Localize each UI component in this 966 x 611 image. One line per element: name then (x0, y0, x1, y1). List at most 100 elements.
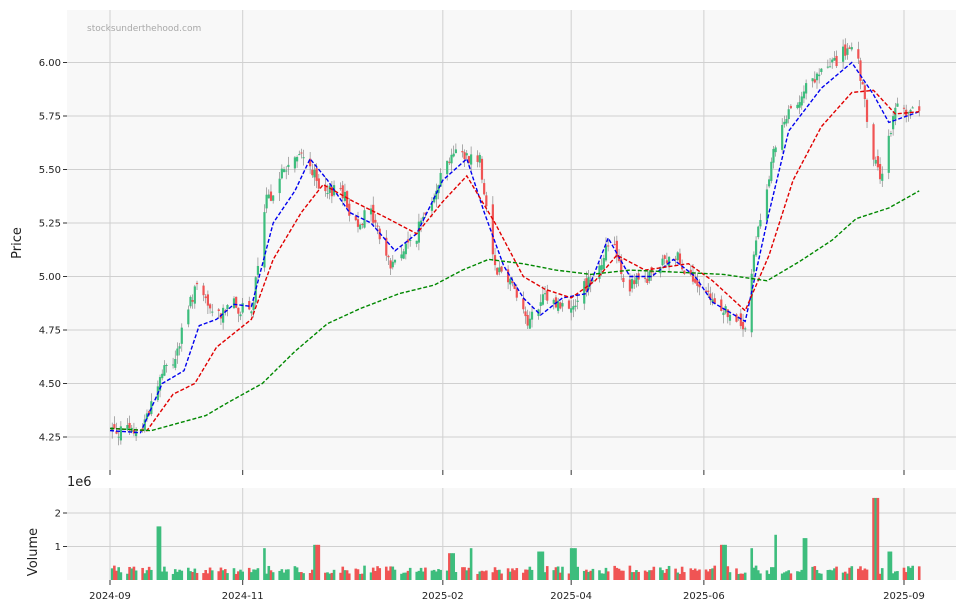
volume-bar (865, 569, 869, 580)
candle-body (448, 161, 451, 163)
candle-body (295, 156, 299, 162)
candle-body (798, 102, 801, 108)
price-y-tick-label: 5.50 (39, 165, 61, 176)
candle-body (896, 103, 899, 107)
candle-body (372, 204, 375, 223)
candle-body (272, 195, 275, 201)
candle-body (217, 309, 220, 311)
candle-body (828, 66, 832, 68)
candle-body (391, 261, 394, 268)
volume-bar (774, 534, 777, 580)
candle-body (374, 219, 377, 223)
candle-body (872, 124, 875, 160)
candle-body (720, 299, 723, 311)
candle-body (881, 173, 884, 181)
candle-body (193, 286, 196, 304)
candle-body (859, 60, 862, 81)
candle-body (293, 157, 297, 169)
candle-body (813, 79, 816, 83)
candle-body (208, 304, 212, 309)
candle-body (298, 154, 301, 156)
volume-bar (622, 570, 625, 580)
volume-bar (713, 565, 717, 580)
volume-bar (408, 567, 412, 580)
candle-body (313, 169, 316, 178)
price-y-tick-label: 5.00 (39, 272, 61, 283)
candle-body (878, 164, 882, 180)
candle-body (232, 298, 236, 309)
candle-body (204, 296, 207, 299)
candle-body (622, 277, 625, 283)
candle-body (911, 107, 914, 109)
volume-bar (820, 573, 823, 580)
candle-body (757, 226, 760, 238)
price-y-tick-label: 4.25 (39, 433, 61, 444)
candle-body (128, 422, 131, 428)
candle-body (805, 83, 808, 94)
volume-bar (896, 571, 899, 580)
candle-body (478, 154, 481, 163)
candle-body (889, 133, 893, 135)
candle-body (539, 302, 542, 306)
candle-body (496, 267, 499, 275)
candle-body (491, 204, 494, 255)
candle-body (165, 365, 168, 367)
candle-body (174, 359, 177, 368)
candle-body (861, 82, 864, 85)
candle-body (269, 191, 273, 201)
candle-body (530, 311, 534, 320)
candle-body (676, 252, 679, 261)
candle-body (850, 47, 853, 50)
candle-body (559, 302, 562, 309)
candle-body (918, 106, 921, 111)
candle-body (846, 48, 849, 55)
volume-bar (880, 568, 884, 580)
x-tick-label: 2025-06 (683, 591, 725, 602)
candle-body (876, 156, 879, 168)
price-y-tick-label: 4.50 (39, 379, 61, 390)
candle-body (887, 135, 890, 173)
volume-bar (363, 565, 366, 580)
volume-bar (789, 573, 793, 580)
volume-bar (317, 544, 321, 580)
candle-body (781, 125, 784, 150)
volume-bar (759, 573, 762, 580)
volume-bar (271, 572, 275, 580)
candle-body (602, 258, 605, 270)
candle-body (835, 55, 838, 67)
candle-body (661, 258, 664, 266)
candle-body (354, 216, 357, 221)
candle-body (515, 288, 518, 298)
candle-body (417, 221, 420, 243)
candle-body (315, 168, 318, 181)
candle-body (600, 265, 603, 270)
candle-body (570, 308, 573, 313)
candle-body (287, 164, 290, 168)
candle-body (865, 99, 869, 122)
candle-body (522, 298, 525, 310)
candle-body (387, 255, 390, 258)
candle-body (171, 364, 175, 366)
candle-body (787, 109, 790, 120)
candle-body (385, 237, 388, 256)
candle-body (180, 327, 183, 344)
candle-body (707, 290, 710, 293)
candle-body (567, 300, 571, 309)
volume-bar (287, 569, 290, 580)
candle-body (485, 195, 488, 207)
candle-body (176, 348, 179, 356)
candle-body (546, 290, 549, 301)
candle-body (774, 147, 777, 153)
candle-body (402, 251, 405, 259)
candle-body (726, 309, 729, 318)
candle-body (326, 193, 329, 195)
candle-body (117, 436, 120, 438)
x-tick-label: 2024-11 (222, 591, 264, 602)
volume-bar (591, 568, 595, 580)
candle-body (892, 116, 895, 130)
volume-bar (256, 568, 260, 580)
candle-body (189, 296, 192, 307)
candle-body (339, 188, 342, 190)
volume-bar (134, 570, 138, 580)
candle-body (454, 149, 457, 154)
